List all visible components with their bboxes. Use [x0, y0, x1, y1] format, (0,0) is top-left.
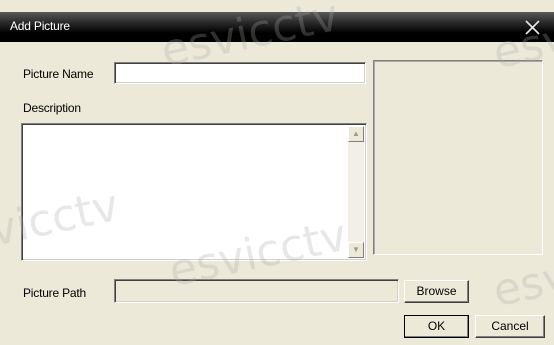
chevron-up-icon: ▲: [352, 129, 360, 138]
picture-preview-panel: [373, 60, 543, 255]
description-label: Description: [23, 101, 81, 115]
description-textarea[interactable]: ▲ ▼: [21, 123, 367, 261]
scroll-up-button[interactable]: ▲: [348, 126, 364, 142]
picture-path-input: [114, 279, 399, 303]
chevron-down-icon: ▼: [352, 245, 360, 254]
browse-button[interactable]: Browse: [404, 280, 469, 303]
picture-name-label: Picture Name: [23, 67, 94, 81]
window-title: Add Picture: [10, 19, 70, 33]
picture-name-input[interactable]: [114, 62, 366, 84]
description-scrollbar[interactable]: ▲ ▼: [348, 126, 364, 258]
scroll-down-button[interactable]: ▼: [348, 242, 364, 258]
close-icon: [525, 20, 540, 35]
title-bar[interactable]: Add Picture: [0, 12, 554, 42]
cancel-button[interactable]: Cancel: [475, 315, 545, 338]
ok-button[interactable]: OK: [404, 315, 469, 338]
close-button[interactable]: [520, 14, 546, 40]
picture-path-label: Picture Path: [23, 286, 86, 300]
